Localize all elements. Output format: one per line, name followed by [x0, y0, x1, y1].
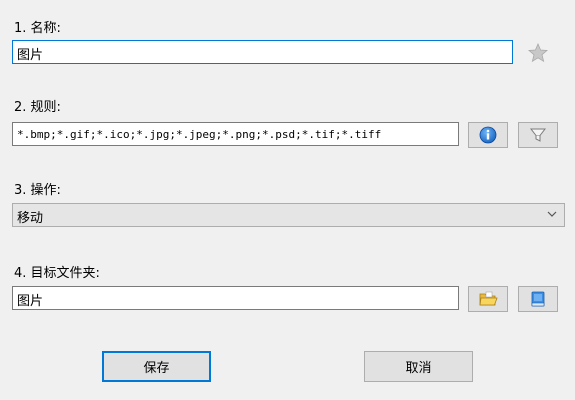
browse-folder-button[interactable]	[468, 286, 508, 312]
star-icon[interactable]	[528, 43, 548, 63]
operation-label: 3. 操作:	[14, 183, 61, 198]
target-folder-field[interactable]: 图片	[12, 286, 459, 310]
rule-label: 2. 规则:	[14, 100, 61, 115]
library-button[interactable]	[518, 286, 558, 312]
cancel-button[interactable]: 取消	[364, 351, 473, 382]
operation-selected: 移动	[17, 211, 44, 226]
save-button[interactable]: 保存	[102, 351, 211, 382]
chevron-down-icon	[546, 206, 558, 222]
rule-field[interactable]: *.bmp;*.gif;*.ico;*.jpg;*.jpeg;*.png;*.p…	[12, 122, 459, 146]
save-button-label: 保存	[143, 361, 170, 376]
info-button[interactable]	[468, 122, 508, 148]
info-icon	[479, 126, 497, 144]
filter-icon	[529, 126, 547, 144]
cancel-button-label: 取消	[405, 361, 432, 376]
target-folder-label: 4. 目标文件夹:	[14, 266, 100, 281]
folder-icon	[478, 290, 498, 308]
operation-select[interactable]: 移动	[12, 203, 565, 227]
book-icon	[529, 290, 547, 308]
name-field[interactable]: 图片	[12, 40, 513, 64]
name-label: 1. 名称:	[14, 21, 61, 36]
filter-button[interactable]	[518, 122, 558, 148]
